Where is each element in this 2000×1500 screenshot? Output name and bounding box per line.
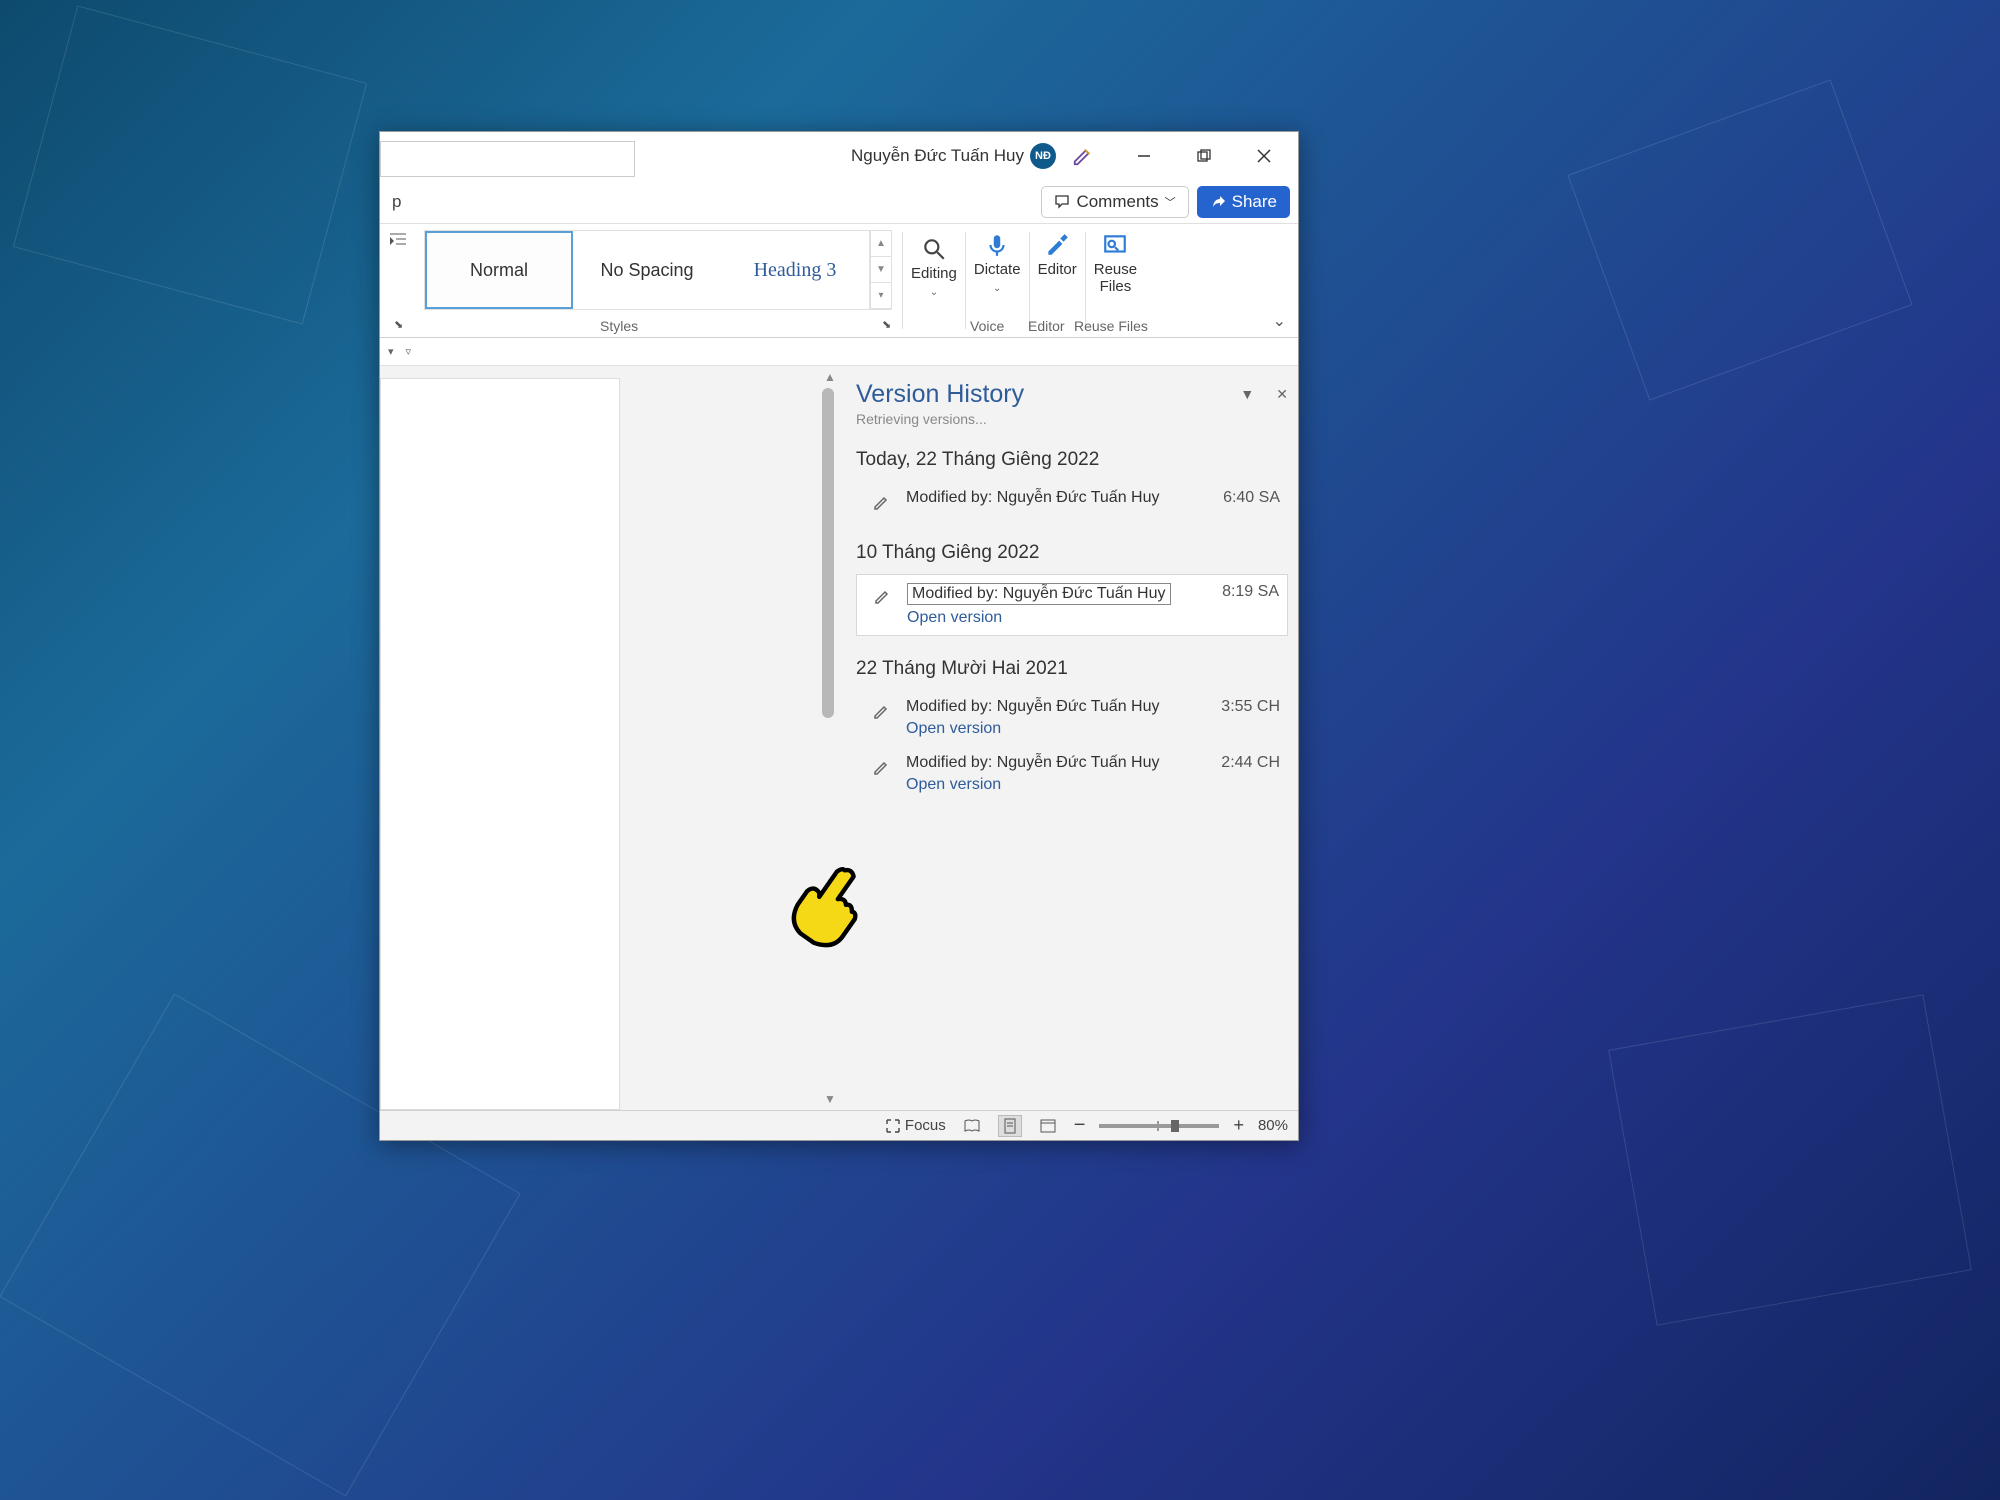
bg-decor: [1608, 994, 1972, 1325]
web-layout-icon[interactable]: [1036, 1115, 1060, 1137]
dialog-launcher-icon[interactable]: ⬊: [394, 318, 403, 331]
version-item[interactable]: Modified by: Nguyễn Đức Tuấn Huy Open ve…: [856, 746, 1288, 802]
open-version-link[interactable]: Open version: [906, 776, 1199, 794]
dialog-launcher-icon[interactable]: ⬊: [882, 318, 891, 331]
version-time: 8:19 SA: [1222, 583, 1279, 601]
dictate-label: Dictate: [974, 262, 1021, 279]
ribbon: ⬊ Normal No Spacing Heading 3 ▲ ▼ ▾ Styl…: [380, 224, 1298, 338]
pointing-hand-cursor-icon: [772, 850, 882, 960]
panel-close-icon[interactable]: ✕: [1276, 386, 1288, 403]
group-label-reuse: Reuse Files: [1074, 318, 1148, 334]
pencil-icon: [872, 701, 892, 721]
share-button[interactable]: Share: [1197, 186, 1290, 218]
modified-by-label: Modified by: Nguyễn Đức Tuấn Huy: [906, 754, 1160, 772]
document-page[interactable]: [380, 378, 620, 1110]
focus-label: Focus: [905, 1117, 946, 1134]
version-item[interactable]: Modified by: Nguyễn Đức Tuấn Huy Open ve…: [856, 574, 1288, 636]
indent-icon[interactable]: [388, 230, 408, 250]
scroll-down-icon[interactable]: ▼: [871, 257, 891, 283]
main-area: ▲ ▼ Version History ▼ ✕ Retrieving versi…: [380, 366, 1298, 1110]
version-item[interactable]: Modified by: Nguyễn Đức Tuấn Huy Open ve…: [856, 690, 1288, 746]
collapse-ribbon-icon[interactable]: ⌄: [1273, 311, 1286, 331]
status-bar: Focus − + 80%: [380, 1110, 1298, 1140]
version-time: 2:44 CH: [1221, 754, 1280, 772]
modified-by-label: Modified by: Nguyễn Đức Tuấn Huy: [906, 489, 1160, 507]
tab-row: p Comments ﹀ Share: [380, 180, 1298, 224]
zoom-out-button[interactable]: −: [1074, 1114, 1086, 1137]
scroll-down-icon[interactable]: ▼: [824, 1092, 836, 1106]
pencil-icon: [872, 757, 892, 777]
word-window: Nguyễn Đức Tuấn Huy NĐ p Comments ﹀ Shar…: [379, 131, 1299, 1141]
open-version-link[interactable]: Open version: [907, 609, 1200, 627]
version-item[interactable]: Modified by: Nguyễn Đức Tuấn Huy 6:40 SA: [856, 481, 1288, 520]
version-date-header: 22 Tháng Mười Hai 2021: [856, 658, 1288, 680]
scroll-up-icon[interactable]: ▲: [824, 370, 836, 384]
qat-overflow-icon[interactable]: ▿: [406, 345, 412, 358]
style-normal[interactable]: Normal: [425, 231, 573, 309]
chevron-down-icon: ⌄: [993, 283, 1001, 294]
zoom-value[interactable]: 80%: [1258, 1117, 1288, 1134]
comments-button[interactable]: Comments ﹀: [1041, 186, 1188, 218]
tab-fragment[interactable]: p: [392, 192, 401, 212]
chevron-down-icon: ﹀: [1165, 194, 1176, 210]
print-layout-icon[interactable]: [998, 1115, 1022, 1137]
close-button[interactable]: [1234, 132, 1294, 180]
secondary-bar: ▾ ▿: [380, 338, 1298, 366]
zoom-in-button[interactable]: +: [1233, 1115, 1244, 1136]
version-time: 6:40 SA: [1223, 489, 1280, 507]
editing-button[interactable]: Editing ⌄: [903, 224, 965, 337]
modified-by-label: Modified by: Nguyễn Đức Tuấn Huy: [907, 583, 1171, 605]
style-no-spacing[interactable]: No Spacing: [573, 231, 721, 309]
avatar[interactable]: NĐ: [1030, 143, 1056, 169]
minimize-button[interactable]: [1114, 132, 1174, 180]
panel-options-icon[interactable]: ▼: [1240, 386, 1254, 403]
chevron-down-icon: ⌄: [930, 287, 938, 298]
comments-label: Comments: [1076, 192, 1158, 212]
user-name: Nguyễn Đức Tuấn Huy: [851, 146, 1024, 166]
read-mode-icon[interactable]: [960, 1115, 984, 1137]
group-label-styles: Styles: [600, 318, 638, 334]
style-heading3[interactable]: Heading 3: [721, 231, 869, 309]
version-date-header: Today, 22 Tháng Giêng 2022: [856, 449, 1288, 471]
version-history-panel: Version History ▼ ✕ Retrieving versions.…: [842, 370, 1298, 1110]
chevron-down-icon[interactable]: ▾: [388, 345, 394, 358]
search-input[interactable]: [380, 141, 635, 177]
bg-decor: [1567, 79, 1912, 400]
open-version-link[interactable]: Open version: [906, 720, 1199, 738]
editing-label: Editing: [911, 266, 957, 283]
scroll-up-icon[interactable]: ▲: [871, 231, 891, 257]
focus-mode-button[interactable]: Focus: [885, 1117, 946, 1134]
maximize-button[interactable]: [1174, 132, 1234, 180]
pencil-icon: [872, 492, 892, 512]
share-label: Share: [1232, 192, 1277, 212]
reuse-label: Reuse Files: [1094, 262, 1137, 295]
version-time: 3:55 CH: [1221, 698, 1280, 716]
titlebar: Nguyễn Đức Tuấn Huy NĐ: [380, 132, 1298, 180]
modified-by-label: Modified by: Nguyễn Đức Tuấn Huy: [906, 698, 1160, 716]
group-label-voice: Voice: [970, 318, 1004, 334]
pen-mode-icon[interactable]: [1072, 145, 1094, 167]
scrollbar-thumb[interactable]: [822, 388, 834, 718]
version-history-title: Version History: [856, 380, 1024, 409]
version-date-header: 10 Tháng Giêng 2022: [856, 542, 1288, 564]
editor-label: Editor: [1038, 262, 1077, 279]
styles-more-icon[interactable]: ▾: [871, 283, 891, 309]
zoom-slider[interactable]: [1099, 1124, 1219, 1128]
group-label-editor: Editor: [1028, 318, 1065, 334]
styles-gallery[interactable]: Normal No Spacing Heading 3: [424, 230, 870, 310]
styles-scroll[interactable]: ▲ ▼ ▾: [870, 230, 892, 310]
bg-decor: [13, 5, 367, 324]
scrollbar[interactable]: [820, 388, 836, 1088]
pencil-icon: [873, 586, 893, 606]
version-status: Retrieving versions...: [856, 411, 1288, 427]
